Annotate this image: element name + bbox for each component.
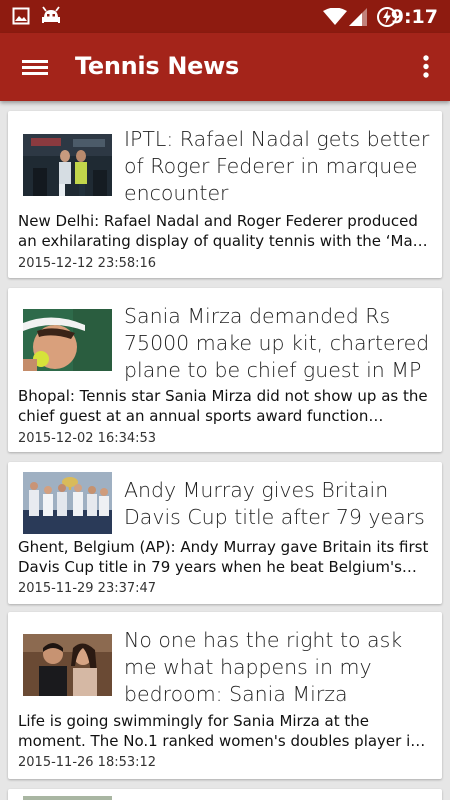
article-card[interactable]: IPTL: Rafael Nadal gets better of Roger …	[8, 111, 442, 278]
wifi-icon	[323, 8, 347, 25]
article-card[interactable]: Andy Murray gives Britain Davis Cup titl…	[8, 462, 442, 604]
page-title: Tennis News	[75, 52, 240, 80]
article-headline: Andy Murray gives Britain Davis Cup titl…	[124, 478, 425, 529]
article-thumbnail	[23, 309, 112, 371]
article-card[interactable]: No one has the right to ask me what happ…	[8, 612, 442, 779]
article-headline: Sania Mirza demanded Rs 75000 make up ki…	[124, 304, 430, 382]
image-icon	[12, 7, 30, 25]
article-thumbnail	[23, 796, 112, 800]
clock: 9:17	[390, 6, 438, 28]
status-bar: 9:17	[0, 0, 450, 33]
article-summary: New Delhi: Rafael Nadal and Roger Federe…	[18, 212, 428, 250]
signal-icon	[349, 8, 367, 26]
article-card[interactable]	[8, 789, 442, 800]
more-vertical-icon[interactable]	[416, 51, 436, 83]
article-date: 2015-11-26 18:53:12	[18, 755, 157, 770]
article-headline: IPTL: Rafael Nadal gets better of Roger …	[124, 127, 430, 205]
article-summary: Bhopal: Tennis star Sania Mirza did not …	[18, 387, 428, 425]
android-debug-icon	[42, 6, 60, 23]
article-summary: Life is going swimmingly for Sania Mirza…	[18, 712, 426, 750]
article-date: 2015-12-02 16:34:53	[18, 431, 157, 446]
article-thumbnail	[23, 634, 112, 696]
app-toolbar: Tennis News	[0, 33, 450, 101]
article-summary: Ghent, Belgium (AP): Andy Murray gave Br…	[18, 538, 429, 576]
hamburger-menu-icon[interactable]	[18, 53, 52, 81]
article-headline: No one has the right to ask me what happ…	[124, 628, 403, 706]
article-thumbnail	[23, 472, 112, 534]
article-card[interactable]: Sania Mirza demanded Rs 75000 make up ki…	[8, 288, 442, 452]
article-thumbnail	[23, 134, 112, 196]
article-date: 2015-12-12 23:58:16	[18, 256, 157, 271]
article-date: 2015-11-29 23:37:47	[18, 581, 157, 596]
